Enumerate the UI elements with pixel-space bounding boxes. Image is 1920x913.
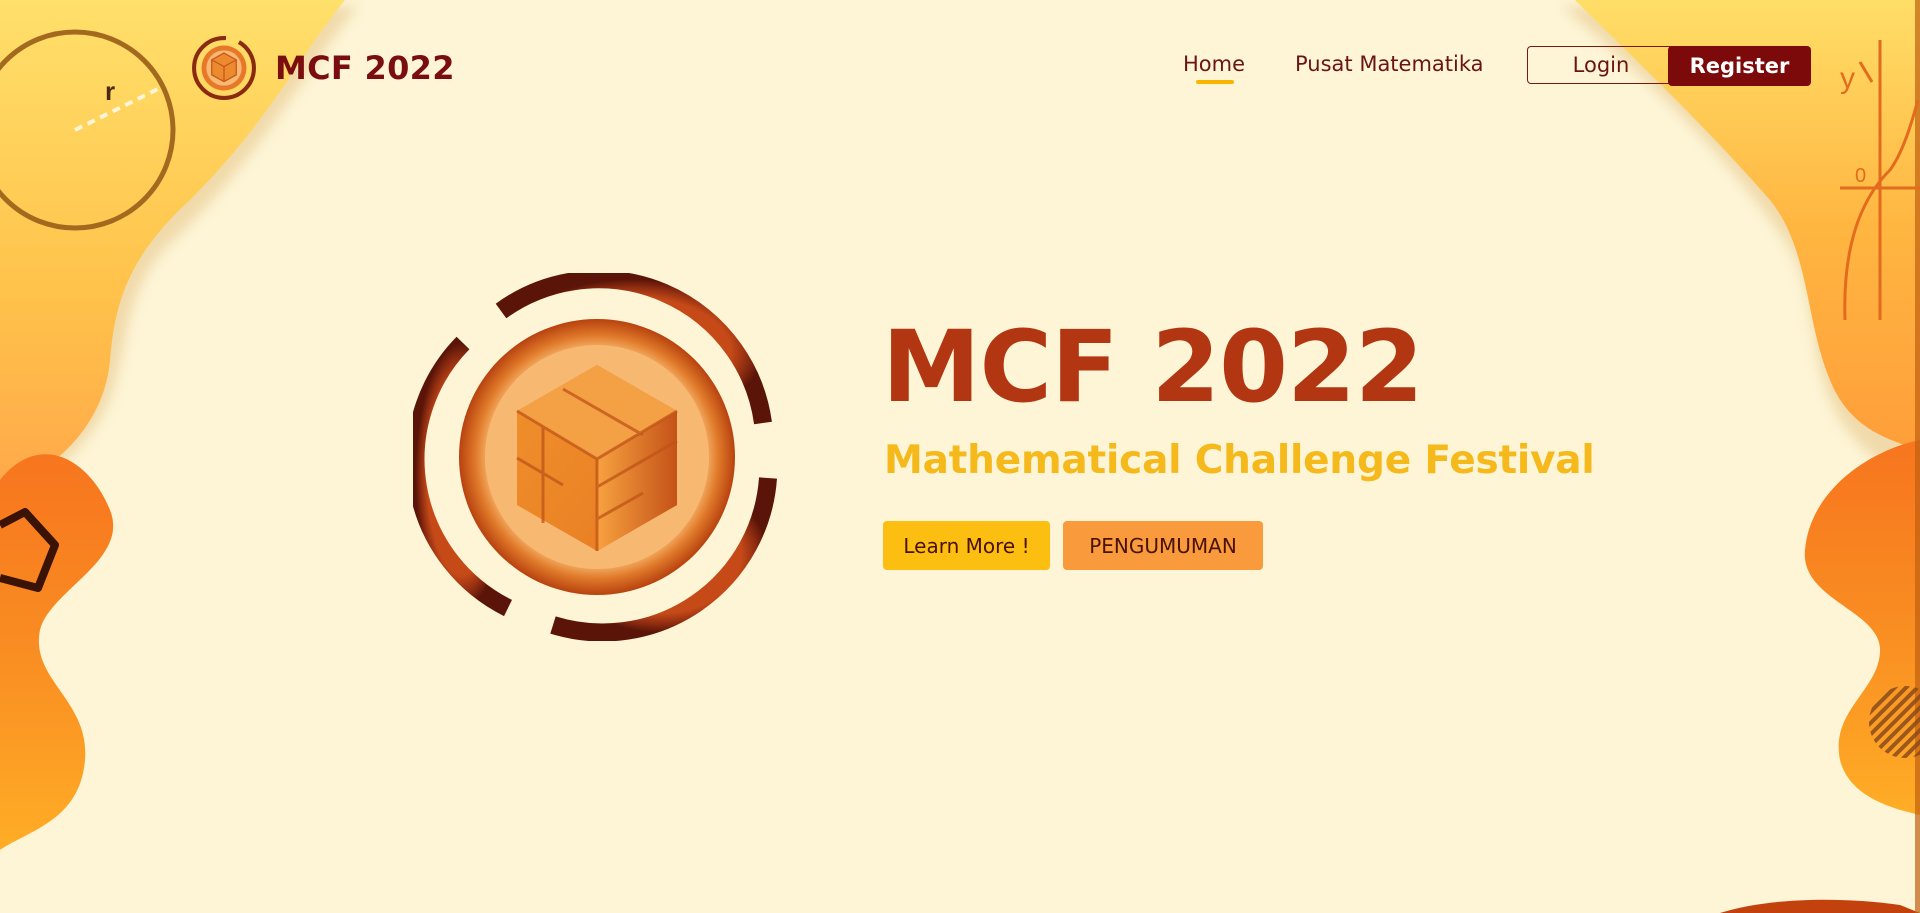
pengumuman-button[interactable]: PENGUMUMAN xyxy=(1063,521,1263,570)
nav-home-active-indicator xyxy=(1196,80,1234,84)
navbar: MCF 2022 Home Pusat Matematika Login Reg… xyxy=(0,0,1920,135)
mcf-cube-logo-icon xyxy=(413,273,777,641)
mcf-cube-logo-icon xyxy=(192,36,256,100)
learn-more-button[interactable]: Learn More ! xyxy=(883,521,1050,570)
login-button[interactable]: Login xyxy=(1527,46,1675,84)
brand[interactable]: MCF 2022 xyxy=(190,34,455,102)
hero-subtitle: Mathematical Challenge Festival xyxy=(884,438,1595,483)
register-button[interactable]: Register xyxy=(1668,46,1811,86)
brand-name: MCF 2022 xyxy=(275,49,455,87)
nav-home-link[interactable]: Home xyxy=(1183,52,1245,76)
origin-label: 0 xyxy=(1855,165,1866,187)
hero-title: MCF 2022 xyxy=(882,310,1424,425)
nav-pusat-matematika-link[interactable]: Pusat Matematika xyxy=(1295,52,1484,76)
